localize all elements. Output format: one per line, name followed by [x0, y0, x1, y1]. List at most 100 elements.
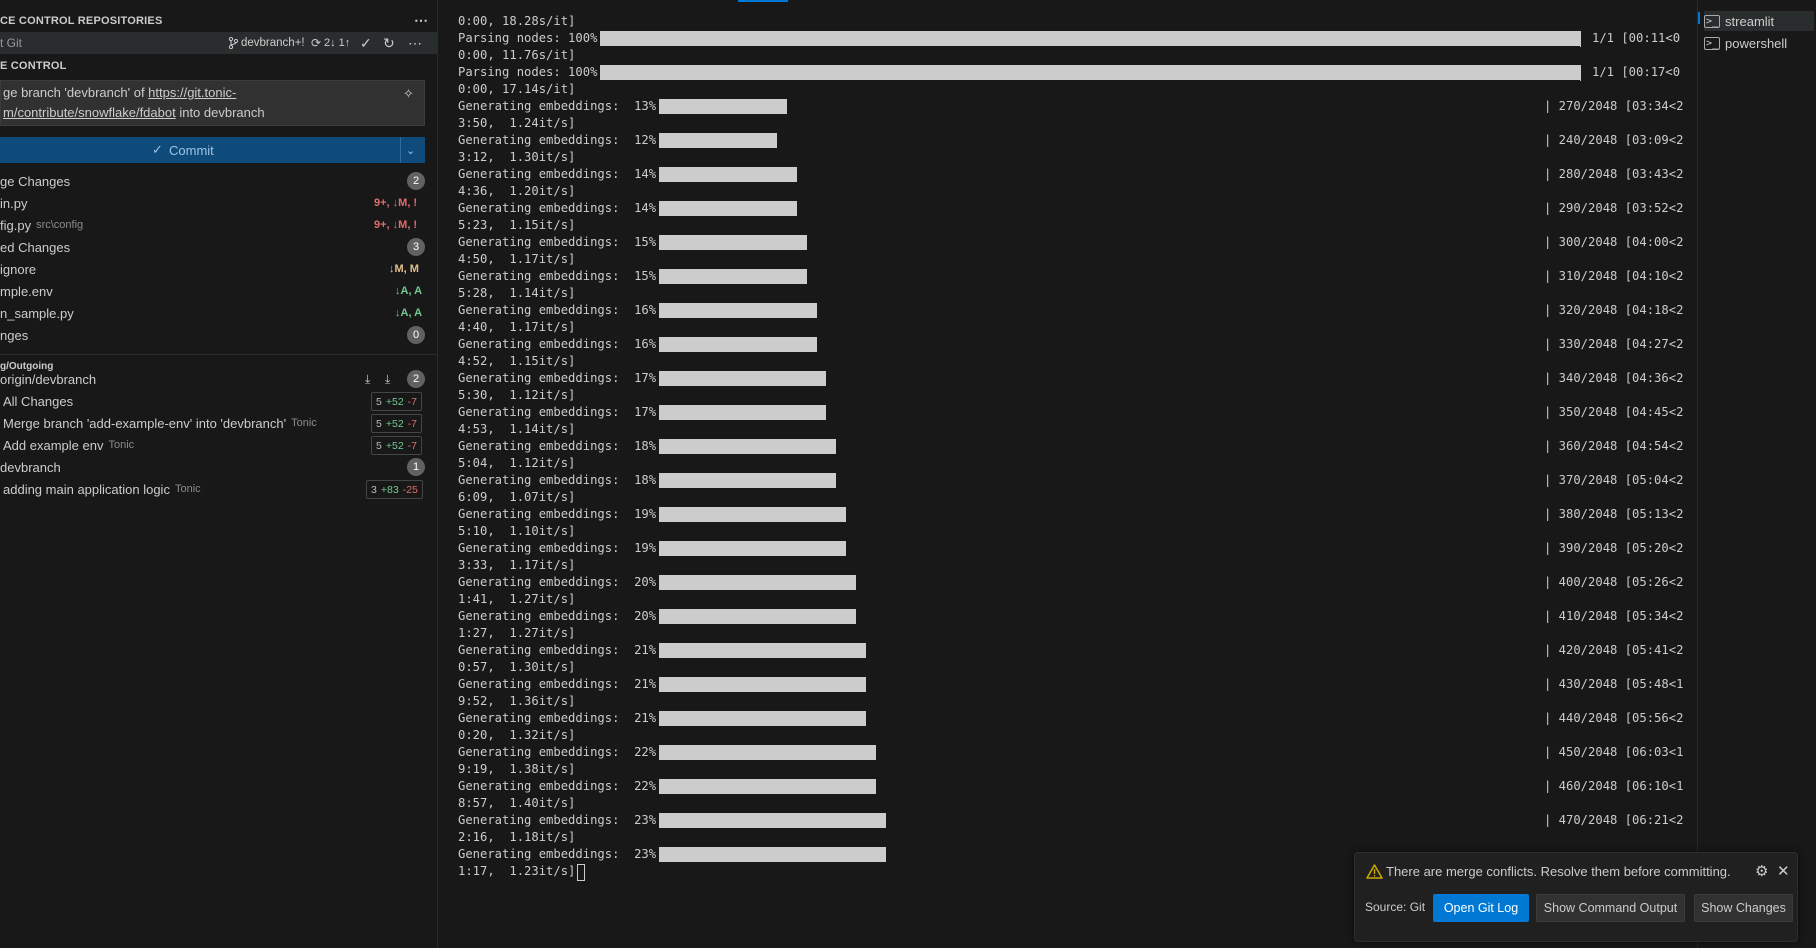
embedding-progress-bar: [659, 813, 886, 828]
terminal-line: 0:00, 18.28s/it]: [458, 14, 576, 28]
embedding-rate: 4:52, 1.15it/s]: [458, 354, 576, 368]
file-item[interactable]: n_sample.py ↓A, A: [0, 302, 437, 324]
embedding-progress-bar: [659, 371, 826, 386]
embedding-label: Generating embeddings: 20%|: [458, 575, 664, 589]
sparkle-icon[interactable]: ✧: [403, 84, 414, 104]
item-label: Add example env: [3, 437, 104, 453]
active-tab-indicator: [738, 0, 788, 2]
terminal-item-streamlit[interactable]: >_ streamlit: [1704, 11, 1814, 31]
item-author: Tonic: [174, 483, 201, 495]
incoming-outgoing-header[interactable]: g/Outgoing: [0, 349, 437, 372]
embedding-progress-bar: [659, 201, 797, 216]
commit-message-input[interactable]: ge branch 'devbranch' of https://git.ton…: [0, 80, 425, 126]
source-control-header[interactable]: E CONTROL: [0, 55, 437, 77]
repository-row[interactable]: t Git devbranch+! ⟳ 2↓ 1↑ ✓ ↻ ⋯: [0, 32, 437, 54]
embedding-rate: 4:50, 1.17it/s]: [458, 252, 576, 266]
branch-label: origin/devbranch: [0, 371, 97, 387]
source-control-title: E CONTROL: [0, 60, 67, 72]
show-command-output-button[interactable]: Show Command Output: [1536, 894, 1685, 922]
repositories-header[interactable]: CE CONTROL REPOSITORIES ⋯: [0, 10, 437, 32]
embedding-progress-bar: [659, 473, 836, 488]
embedding-rate: 1:27, 1.27it/s]: [458, 626, 576, 640]
staged-changes-group[interactable]: ed Changes 3: [0, 236, 437, 258]
count-badge: 2: [407, 370, 425, 388]
group-label: ge Changes: [0, 173, 71, 189]
repository-icon: t: [0, 36, 7, 50]
embedding-progress-count: | 310/2048 [04:10<2: [1544, 269, 1684, 283]
chevron-down-icon[interactable]: ⌄: [406, 144, 415, 157]
embedding-label: Generating embeddings: 21%|: [458, 677, 664, 691]
close-icon[interactable]: ✕: [1777, 862, 1790, 880]
count-badge: 2: [407, 172, 425, 190]
embedding-label: Generating embeddings: 13%|: [458, 99, 664, 113]
embedding-progress-count: | 320/2048 [04:18<2: [1544, 303, 1684, 317]
show-changes-button[interactable]: Show Changes: [1694, 894, 1793, 922]
checkmark-icon[interactable]: ✓: [360, 35, 372, 52]
file-item[interactable]: ignore ↓M, M: [0, 258, 437, 280]
sync-status[interactable]: 2↓ 1↑: [324, 37, 350, 49]
embedding-label: Generating embeddings: 21%|: [458, 643, 664, 657]
file-item[interactable]: fig.py src\config 9+, ↓M, !: [0, 214, 437, 236]
outgoing-item[interactable]: adding main application logic Tonic 3 +83…: [0, 478, 437, 500]
pull-icon[interactable]: ⤓: [385, 372, 390, 387]
origin-branch-item[interactable]: origin/devbranch ⤓ ⤓ 2: [0, 368, 437, 390]
file-name: in.py: [0, 195, 28, 211]
commit-message-link-2[interactable]: m/contribute/snowflake/fdabot: [3, 105, 176, 120]
files-count: 5: [376, 439, 382, 452]
deletions: -7: [407, 439, 417, 452]
incoming-item[interactable]: Merge branch 'add-example-env' into 'dev…: [0, 412, 437, 434]
file-item[interactable]: mple.env ↓A, A: [0, 280, 437, 302]
changes-group[interactable]: nges 0: [0, 324, 437, 346]
embedding-rate: 1:41, 1.27it/s]: [458, 592, 576, 606]
source-control-panel: CE CONTROL REPOSITORIES ⋯ t Git devbranc…: [0, 0, 438, 948]
embedding-rate: 4:53, 1.14it/s]: [458, 422, 576, 436]
terminal-item-powershell[interactable]: >_ powershell: [1704, 33, 1814, 53]
count-badge: 0: [407, 326, 425, 344]
active-indicator: [1698, 12, 1700, 24]
checkmark-icon: ✓: [152, 142, 163, 157]
open-git-log-button[interactable]: Open Git Log: [1433, 894, 1529, 922]
embedding-progress-bar: [659, 541, 846, 556]
embedding-rate: 4:36, 1.20it/s]: [458, 184, 576, 198]
change-stats: 5 +52 -7: [371, 436, 422, 455]
embedding-label: Generating embeddings: 14%|: [458, 201, 664, 215]
more-actions-icon[interactable]: ⋯: [414, 12, 428, 29]
embedding-rate: 2:16, 1.18it/s]: [458, 830, 576, 844]
terminal-name: streamlit: [1725, 13, 1775, 29]
embedding-progress-count: | 400/2048 [05:26<2: [1544, 575, 1684, 589]
sync-icon[interactable]: ⟳: [311, 36, 321, 50]
notification-source: Source: Git: [1365, 900, 1426, 914]
deletions: -7: [407, 417, 417, 430]
embedding-progress-count: | 330/2048 [04:27<2: [1544, 337, 1684, 351]
embedding-progress-count: | 450/2048 [06:03<1: [1544, 745, 1684, 759]
embedding-progress-count: | 390/2048 [05:20<2: [1544, 541, 1684, 555]
incoming-item[interactable]: All Changes 5 +52 -7: [0, 390, 437, 412]
embedding-label: Generating embeddings: 20%|: [458, 609, 664, 623]
progress-count: 1/1 [00:17<0: [1592, 65, 1681, 79]
branch-name[interactable]: devbranch+!: [241, 37, 305, 49]
group-label: ed Changes: [0, 239, 71, 255]
embedding-progress-bar: [659, 337, 817, 352]
item-label: All Changes: [3, 393, 74, 409]
embedding-progress-count: | 410/2048 [05:34<2: [1544, 609, 1684, 623]
embedding-label: Generating embeddings: 17%|: [458, 405, 664, 419]
embedding-progress-bar: [659, 439, 836, 454]
fetch-icon[interactable]: ⤓: [365, 372, 370, 387]
merge-changes-group[interactable]: ge Changes 2: [0, 170, 437, 192]
embedding-label: Generating embeddings: 18%|: [458, 473, 664, 487]
embedding-progress-count: | 270/2048 [03:34<2: [1544, 99, 1684, 113]
additions: +83: [380, 483, 399, 496]
notification-message: There are merge conflicts. Resolve them …: [1386, 864, 1731, 879]
file-path: src\config: [36, 219, 84, 231]
commit-button[interactable]: ✓ Commit ⌄: [0, 137, 425, 163]
incoming-item[interactable]: Add example env Tonic 5 +52 -7: [0, 434, 437, 456]
refresh-icon[interactable]: ↻: [383, 35, 395, 52]
more-icon[interactable]: ⋯: [408, 35, 422, 52]
terminal-line: Parsing nodes: 100%|: [458, 65, 605, 79]
local-branch-item[interactable]: devbranch 1: [0, 456, 437, 478]
commit-message-link[interactable]: https://git.tonic-: [148, 85, 236, 100]
gear-icon[interactable]: ⚙: [1755, 862, 1768, 880]
terminal-output[interactable]: 0:00, 18.28s/it] Parsing nodes: 100%| 1/…: [438, 0, 1696, 948]
terminal-list: >_ streamlit >_ powershell: [1697, 0, 1816, 948]
file-item[interactable]: in.py 9+, ↓M, !: [0, 192, 437, 214]
